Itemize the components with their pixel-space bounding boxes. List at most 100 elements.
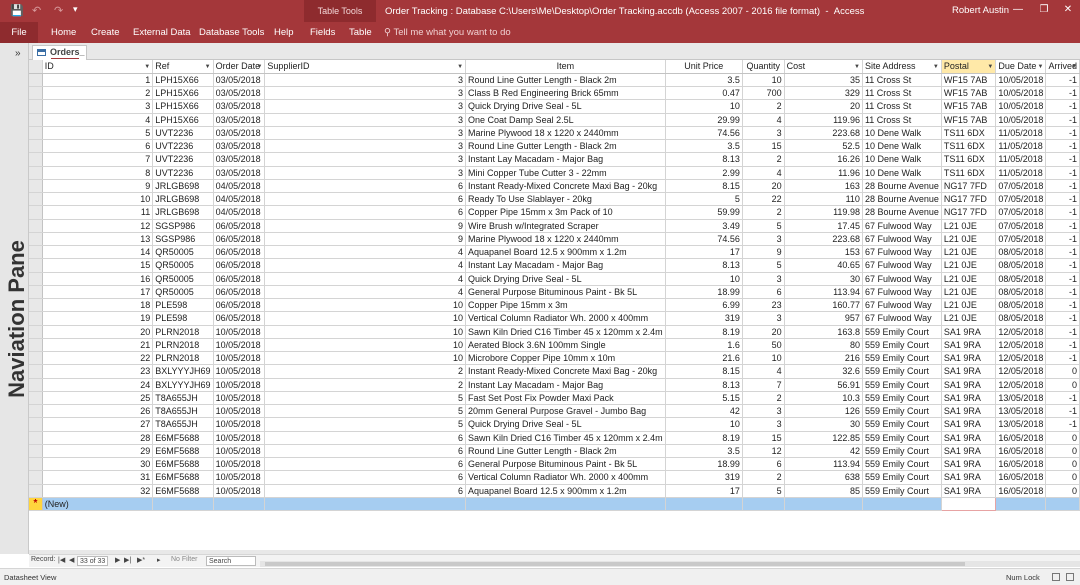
table-row[interactable]: 5 UVT2236 03/05/2018 3 Marine Plywood 18 x 1… [29, 126, 1080, 141]
navigation-pane[interactable]: » Naviation Pane [0, 43, 29, 554]
undo-icon[interactable]: ↶ [32, 4, 41, 17]
cell-cost[interactable]: 160.77 [784, 298, 863, 313]
new-record-row[interactable]: * (New) [29, 496, 1080, 512]
cell-ref[interactable]: T8A655JH [152, 404, 214, 419]
cell-cost[interactable]: 119.98 [784, 205, 863, 220]
record-selector[interactable] [29, 166, 43, 180]
record-selector[interactable] [29, 484, 43, 498]
cell-id[interactable]: 2 [42, 86, 154, 101]
table-row[interactable]: 16 QR50005 06/05/2018 4 Quick Drying Drive S… [29, 272, 1080, 286]
cell-quantity[interactable]: 22 [742, 192, 785, 207]
record-selector[interactable] [29, 192, 43, 207]
column-header-cost[interactable]: Cost ▼ [784, 60, 863, 74]
cell-unit-price[interactable]: 3.5 [665, 73, 743, 88]
cell-unit-price[interactable]: 6.99 [665, 298, 743, 313]
first-record-icon[interactable]: |◀ [58, 556, 65, 564]
cell-postal[interactable]: SA1 9RA [941, 325, 997, 339]
cell-quantity[interactable]: 2 [742, 205, 785, 220]
cell-ref[interactable]: SGSP986 [152, 232, 214, 247]
record-selector[interactable] [29, 219, 43, 233]
cell-id[interactable]: 25 [42, 391, 154, 406]
cell-unit-price[interactable]: 74.56 [665, 232, 743, 247]
table-row[interactable]: 2 LPH15X66 03/05/2018 3 Class B Red Engineer… [29, 86, 1080, 101]
cell-postal[interactable]: WF15 7AB [941, 86, 997, 101]
record-selector[interactable] [29, 152, 43, 167]
cell-quantity[interactable]: 5 [742, 219, 785, 233]
cell-supplier-id[interactable]: 10 [264, 311, 467, 326]
cell-site-address[interactable]: 559 Emily Court [862, 338, 942, 353]
tab-home[interactable]: Home [51, 27, 76, 38]
cell-unit-price[interactable]: 319 [665, 311, 743, 326]
table-row[interactable]: 21 PLRN2018 10/05/2018 10 Aerated Block 3.6N… [29, 338, 1080, 353]
cell-arrived[interactable]: 0 [1045, 378, 1080, 392]
cell-unit-price[interactable]: 8.15 [665, 364, 743, 379]
user-name[interactable]: Robert Austin [952, 5, 1009, 16]
cell-site-address[interactable]: 559 Emily Court [862, 404, 942, 419]
cell-item[interactable]: Round Line Gutter Length - Black 2m [465, 139, 666, 154]
cell-due-date[interactable]: 10/05/2018 [995, 73, 1047, 88]
cell-due-date[interactable]: 11/05/2018 [995, 126, 1047, 141]
cell-site-address[interactable]: 28 Bourne Avenue [862, 205, 942, 220]
cell-supplier-id[interactable]: 6 [264, 470, 467, 485]
cell-id[interactable]: 11 [42, 205, 154, 220]
save-icon[interactable]: 💾 [10, 4, 24, 17]
cell-due-date[interactable]: 08/05/2018 [995, 285, 1047, 300]
cell-site-address[interactable]: 559 Emily Court [862, 391, 942, 406]
minimize-icon[interactable]: — [1010, 3, 1026, 17]
cell-ref[interactable]: E6MF5688 [152, 484, 214, 498]
cell-cost[interactable]: 110 [784, 192, 863, 207]
cell-due-date[interactable]: 10/05/2018 [995, 99, 1047, 114]
table-row[interactable]: 7 UVT2236 03/05/2018 3 Instant Lay Macadam -… [29, 152, 1080, 167]
cell-item[interactable]: Copper Pipe 15mm x 3m Pack of 10 [465, 205, 666, 220]
cell-postal[interactable]: L21 0JE [941, 258, 997, 273]
cell-ref[interactable]: T8A655JH [152, 391, 214, 406]
cell-site-address[interactable]: 10 Dene Walk [862, 166, 942, 180]
cell-site-address[interactable]: 11 Cross St [862, 86, 942, 101]
cell-id[interactable]: 32 [42, 484, 154, 498]
cell-cost[interactable]: 113.94 [784, 285, 863, 300]
tab-external-data[interactable]: External Data [133, 27, 191, 38]
cell-order-date[interactable]: 06/05/2018 [213, 311, 266, 326]
cell-postal[interactable]: SA1 9RA [941, 351, 997, 366]
cell-ref[interactable]: E6MF5688 [152, 457, 214, 472]
cell-supplier-id[interactable]: 10 [264, 298, 467, 313]
column-header-supplier-id[interactable]: SupplierID ▼ [264, 60, 467, 74]
table-row[interactable]: 8 UVT2236 03/05/2018 3 Mini Copper Tube Cutt… [29, 166, 1080, 180]
cell-postal[interactable]: SA1 9RA [941, 417, 997, 432]
cell-unit-price[interactable]: 5 [665, 192, 743, 207]
cell-site-address[interactable]: 67 Fulwood Way [862, 298, 942, 313]
column-dropdown-icon[interactable]: ▼ [854, 61, 860, 72]
cell-order-date[interactable]: 10/05/2018 [213, 338, 266, 353]
tab-file[interactable]: File [0, 22, 38, 43]
cell-due-date[interactable]: 08/05/2018 [995, 272, 1047, 286]
record-selector[interactable] [29, 99, 43, 114]
cell-order-date[interactable]: 06/05/2018 [213, 245, 266, 260]
cell-id[interactable]: 19 [42, 311, 154, 326]
cell-due-date[interactable]: 08/05/2018 [995, 258, 1047, 273]
cell-due-date[interactable]: 12/05/2018 [995, 364, 1047, 379]
table-row[interactable]: 26 T8A655JH 10/05/2018 5 20mm General Purpos… [29, 404, 1080, 419]
cell-postal[interactable]: TS11 6DX [941, 126, 997, 141]
cell-arrived[interactable]: 0 [1045, 431, 1080, 445]
cell-arrived[interactable]: -1 [1045, 219, 1080, 233]
cell-order-date[interactable]: 10/05/2018 [213, 378, 266, 392]
cell-order-date[interactable]: 04/05/2018 [213, 205, 266, 220]
cell-unit-price[interactable]: 59.99 [665, 205, 743, 220]
cell-supplier-id[interactable]: 9 [264, 232, 467, 247]
cell-site-address[interactable]: 559 Emily Court [862, 484, 942, 498]
cell-quantity[interactable]: 4 [742, 113, 785, 127]
cell-supplier-id[interactable]: 3 [264, 126, 467, 141]
cell-item[interactable]: Microbore Copper Pipe 10mm x 10m [465, 351, 666, 366]
cell-id[interactable]: 21 [42, 338, 154, 353]
cell-id[interactable]: 28 [42, 431, 154, 445]
cell-supplier-id[interactable]: 10 [264, 338, 467, 353]
cell-id[interactable]: 4 [42, 113, 154, 127]
cell-item[interactable]: Wire Brush w/Integrated Scraper [465, 219, 666, 233]
cell-cost[interactable]: 223.68 [784, 126, 863, 141]
search-input[interactable]: Search [206, 556, 256, 566]
cell-order-date[interactable]: 06/05/2018 [213, 285, 266, 300]
last-record-icon[interactable]: ▶| [124, 556, 131, 564]
cell-order-date[interactable]: 10/05/2018 [213, 391, 266, 406]
cell-supplier-id[interactable]: 5 [264, 391, 467, 406]
cell-order-date[interactable]: 03/05/2018 [213, 73, 266, 88]
